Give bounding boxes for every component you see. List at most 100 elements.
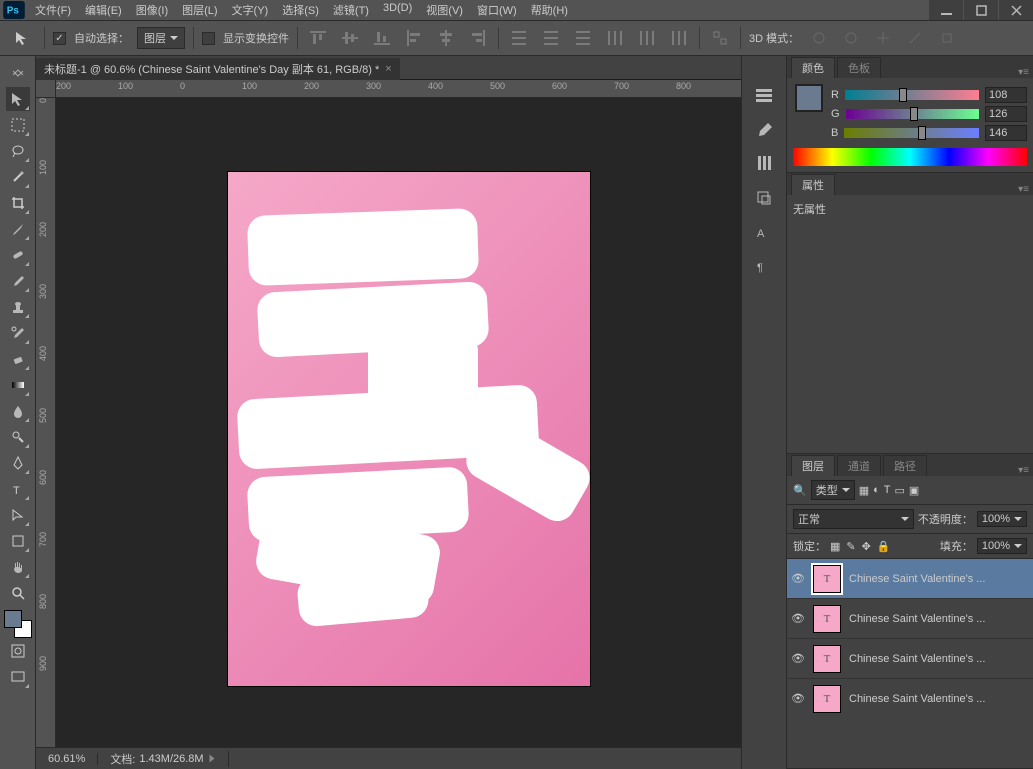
layer-row[interactable]: 👁TChinese Saint Valentine's ... xyxy=(787,679,1033,714)
layer-row[interactable]: 👁TChinese Saint Valentine's ... xyxy=(787,559,1033,599)
maximize-button[interactable] xyxy=(964,0,998,20)
filter-kind-dropdown[interactable]: 类型 xyxy=(811,480,855,500)
layer-row[interactable]: 👁TChinese Saint Valentine's ... xyxy=(787,599,1033,639)
menu-window[interactable]: 窗口(W) xyxy=(470,0,524,20)
tab-color[interactable]: 颜色 xyxy=(791,57,835,78)
clone-source-icon[interactable] xyxy=(754,188,774,208)
brush-panel-icon[interactable] xyxy=(754,120,774,140)
stamp-tool[interactable] xyxy=(6,295,30,319)
filter-shape-icon[interactable]: ▭ xyxy=(895,484,905,497)
menu-3d[interactable]: 3D(D) xyxy=(376,0,419,20)
document-tab[interactable]: 未标题-1 @ 60.6% (Chinese Saint Valentine's… xyxy=(36,58,400,80)
g-input[interactable]: 126 xyxy=(985,106,1027,122)
menu-image[interactable]: 图像(I) xyxy=(129,0,175,20)
zoom-tool[interactable] xyxy=(6,581,30,605)
layer-row[interactable]: 👁TChinese Saint Valentine's ... xyxy=(787,639,1033,679)
filter-smart-icon[interactable]: ▣ xyxy=(909,484,919,497)
color-swatch[interactable] xyxy=(795,84,823,112)
eyedropper-tool[interactable] xyxy=(6,217,30,241)
move-tool[interactable] xyxy=(6,87,30,111)
filter-adjust-icon[interactable]: ◐ xyxy=(873,484,880,496)
color-swatches[interactable] xyxy=(4,610,32,638)
crop-tool[interactable] xyxy=(6,191,30,215)
lasso-tool[interactable] xyxy=(6,139,30,163)
layer-thumbnail[interactable]: T xyxy=(813,685,841,713)
tab-paths[interactable]: 路径 xyxy=(883,455,927,476)
blur-tool[interactable] xyxy=(6,399,30,423)
filter-pixel-icon[interactable]: ▦ xyxy=(859,484,869,497)
blend-mode-dropdown[interactable]: 正常 xyxy=(793,509,914,529)
menu-file[interactable]: 文件(F) xyxy=(28,0,78,20)
brush-presets-icon[interactable] xyxy=(754,154,774,174)
panel-menu-icon[interactable]: ▾≡ xyxy=(1018,67,1029,78)
heal-tool[interactable] xyxy=(6,243,30,267)
layer-thumbnail[interactable]: T xyxy=(813,605,841,633)
tab-properties[interactable]: 属性 xyxy=(791,174,835,195)
paragraph-panel-icon[interactable]: ¶ xyxy=(754,256,774,276)
g-slider[interactable] xyxy=(846,109,979,119)
path-select-tool[interactable] xyxy=(6,503,30,527)
lock-position-icon[interactable]: ✥ xyxy=(862,540,871,553)
hand-tool[interactable] xyxy=(6,555,30,579)
menu-layer[interactable]: 图层(L) xyxy=(175,0,224,20)
pen-tool[interactable] xyxy=(6,451,30,475)
gradient-tool[interactable] xyxy=(6,373,30,397)
layer-thumbnail[interactable]: T xyxy=(813,565,841,593)
marquee-tool[interactable] xyxy=(6,113,30,137)
fill-input[interactable]: 100% xyxy=(977,538,1027,554)
eraser-tool[interactable] xyxy=(6,347,30,371)
spectrum-ramp[interactable] xyxy=(793,148,1027,166)
canvas-viewport[interactable] xyxy=(56,98,741,747)
brush-tool[interactable] xyxy=(6,269,30,293)
dodge-tool[interactable] xyxy=(6,425,30,449)
visibility-icon[interactable]: 👁 xyxy=(791,652,805,665)
menu-filter[interactable]: 滤镜(T) xyxy=(326,0,376,20)
panel-menu-icon[interactable]: ▾≡ xyxy=(1018,465,1029,476)
lock-transparent-icon[interactable]: ▦ xyxy=(830,540,840,553)
b-input[interactable]: 146 xyxy=(985,125,1027,141)
ruler-origin[interactable] xyxy=(36,80,56,98)
tab-channels[interactable]: 通道 xyxy=(837,455,881,476)
shape-tool[interactable] xyxy=(6,529,30,553)
menu-help[interactable]: 帮助(H) xyxy=(524,0,575,20)
r-input[interactable]: 108 xyxy=(985,87,1027,103)
screenmode-toggle[interactable] xyxy=(6,665,30,689)
lock-all-icon[interactable]: 🔒 xyxy=(877,540,891,553)
character-panel-icon[interactable]: A xyxy=(754,222,774,242)
close-button[interactable] xyxy=(999,0,1033,20)
menu-edit[interactable]: 编辑(E) xyxy=(78,0,129,20)
tab-layers[interactable]: 图层 xyxy=(791,455,835,476)
r-slider[interactable] xyxy=(845,90,979,100)
visibility-icon[interactable]: 👁 xyxy=(791,572,805,585)
visibility-icon[interactable]: 👁 xyxy=(791,692,805,705)
artboard[interactable] xyxy=(228,172,590,686)
menu-select[interactable]: 选择(S) xyxy=(275,0,326,20)
ruler-vertical[interactable]: 0100200300400500600700800900 xyxy=(36,98,56,747)
show-transform-checkbox[interactable] xyxy=(202,32,215,45)
b-slider[interactable] xyxy=(844,128,979,138)
lock-pixels-icon[interactable]: ✎ xyxy=(846,540,855,553)
auto-select-target-dropdown[interactable]: 图层 xyxy=(137,27,185,49)
menu-text[interactable]: 文字(Y) xyxy=(225,0,276,20)
type-tool[interactable]: T xyxy=(6,477,30,501)
ruler-horizontal[interactable]: 2001000100200300400500600700800 xyxy=(56,80,741,98)
current-tool-icon[interactable] xyxy=(8,24,36,52)
zoom-level[interactable]: 60.61% xyxy=(36,753,98,765)
visibility-icon[interactable]: 👁 xyxy=(791,612,805,625)
history-brush-tool[interactable] xyxy=(6,321,30,345)
foreground-color-swatch[interactable] xyxy=(4,610,22,628)
auto-select-checkbox[interactable] xyxy=(53,32,66,45)
doc-stats[interactable]: 文档: 1.43M/26.8M xyxy=(98,751,228,767)
history-panel-icon[interactable] xyxy=(754,86,774,106)
tool-expand-icon[interactable] xyxy=(6,61,30,85)
menu-view[interactable]: 视图(V) xyxy=(419,0,470,20)
panel-menu-icon[interactable]: ▾≡ xyxy=(1018,184,1029,195)
opacity-input[interactable]: 100% xyxy=(977,511,1027,527)
layer-thumbnail[interactable]: T xyxy=(813,645,841,673)
filter-type-icon[interactable]: T xyxy=(884,484,891,496)
tab-swatches[interactable]: 色板 xyxy=(837,57,881,78)
wand-tool[interactable] xyxy=(6,165,30,189)
minimize-button[interactable] xyxy=(929,0,963,20)
close-tab-icon[interactable]: × xyxy=(385,63,391,75)
quickmask-toggle[interactable] xyxy=(6,639,30,663)
